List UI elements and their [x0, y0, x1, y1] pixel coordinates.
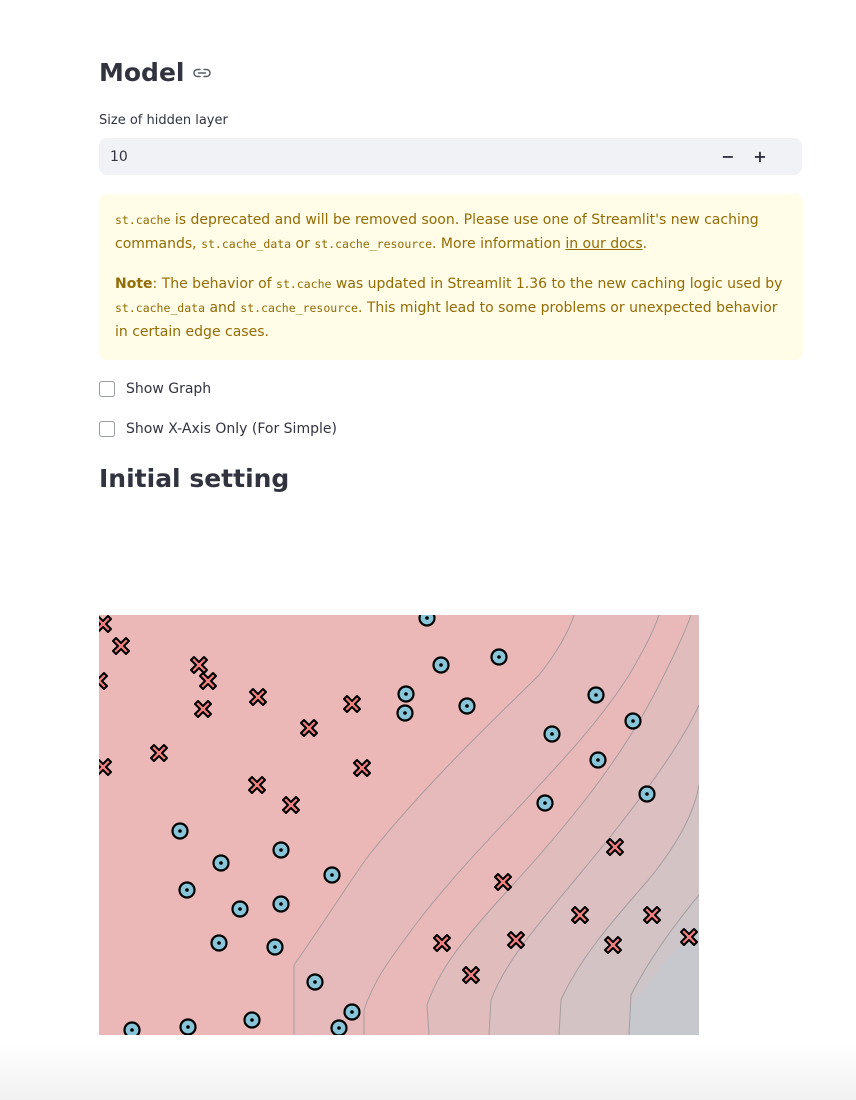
increment-button[interactable]: +: [744, 138, 776, 175]
o-marker: [272, 841, 290, 859]
deprecation-warning: st.cache is deprecated and will be remov…: [99, 194, 803, 360]
o-marker: [231, 900, 249, 918]
note-code-st-cache: st.cache: [276, 277, 332, 291]
show-graph-label: Show Graph: [126, 381, 212, 397]
warning-more: . More information: [432, 236, 566, 252]
note-and: and: [205, 300, 241, 316]
o-marker: [638, 785, 656, 803]
note-text-2: was updated in Streamlit 1.36 to the new…: [331, 276, 783, 292]
decision-boundary-plot: [99, 615, 699, 1035]
model-heading: Model: [99, 58, 212, 87]
warning-or: or: [291, 236, 315, 252]
link-icon[interactable]: [192, 67, 212, 79]
hidden-layer-label: Size of hidden layer: [99, 113, 228, 128]
o-marker: [330, 1019, 348, 1035]
o-marker: [210, 934, 228, 952]
warning-period: .: [642, 236, 648, 252]
initial-setting-heading: Initial setting: [99, 464, 290, 493]
code-st-cache: st.cache: [115, 213, 171, 227]
warning-paragraph: st.cache is deprecated and will be remov…: [115, 208, 787, 256]
o-marker: [418, 615, 436, 627]
o-marker: [543, 725, 561, 743]
o-marker: [397, 685, 415, 703]
note-text-1: : The behavior of: [152, 276, 277, 292]
o-marker: [306, 973, 324, 991]
code-st-cache-resource: st.cache_resource: [314, 237, 433, 251]
note-code-cache-data: st.cache_data: [115, 301, 206, 315]
o-marker: [343, 1003, 361, 1021]
o-marker: [212, 854, 230, 872]
o-marker: [323, 866, 341, 884]
o-marker: [624, 712, 642, 730]
o-marker: [536, 794, 554, 812]
o-marker: [589, 751, 607, 769]
note-code-cache-resource: st.cache_resource: [240, 301, 358, 315]
note-label: Note: [115, 276, 153, 292]
docs-link[interactable]: in our docs: [565, 236, 642, 252]
contour-regions: [99, 615, 699, 1035]
show-x-axis-box[interactable]: [99, 421, 115, 437]
show-graph-box[interactable]: [99, 381, 115, 397]
show-x-axis-checkbox[interactable]: Show X-Axis Only (For Simple): [99, 421, 337, 437]
o-marker: [243, 1011, 261, 1029]
show-x-axis-label: Show X-Axis Only (For Simple): [126, 421, 337, 437]
bottom-bar: [0, 1045, 856, 1100]
model-title: Model: [99, 58, 185, 87]
o-marker: [123, 1021, 141, 1035]
o-marker: [179, 1018, 197, 1035]
o-marker: [272, 895, 290, 913]
o-marker: [587, 686, 605, 704]
o-marker: [396, 704, 414, 722]
note-paragraph: Note: The behavior of st.cache was updat…: [115, 272, 787, 344]
code-st-cache-data: st.cache_data: [201, 237, 292, 251]
o-marker: [432, 656, 450, 674]
decrement-button[interactable]: −: [712, 138, 744, 175]
hidden-layer-number-input: − +: [99, 138, 802, 175]
o-marker: [171, 822, 189, 840]
show-graph-checkbox[interactable]: Show Graph: [99, 381, 211, 397]
o-marker: [178, 881, 196, 899]
hidden-layer-input[interactable]: [99, 147, 712, 166]
o-marker: [458, 697, 476, 715]
o-marker: [490, 648, 508, 666]
o-marker: [266, 938, 284, 956]
